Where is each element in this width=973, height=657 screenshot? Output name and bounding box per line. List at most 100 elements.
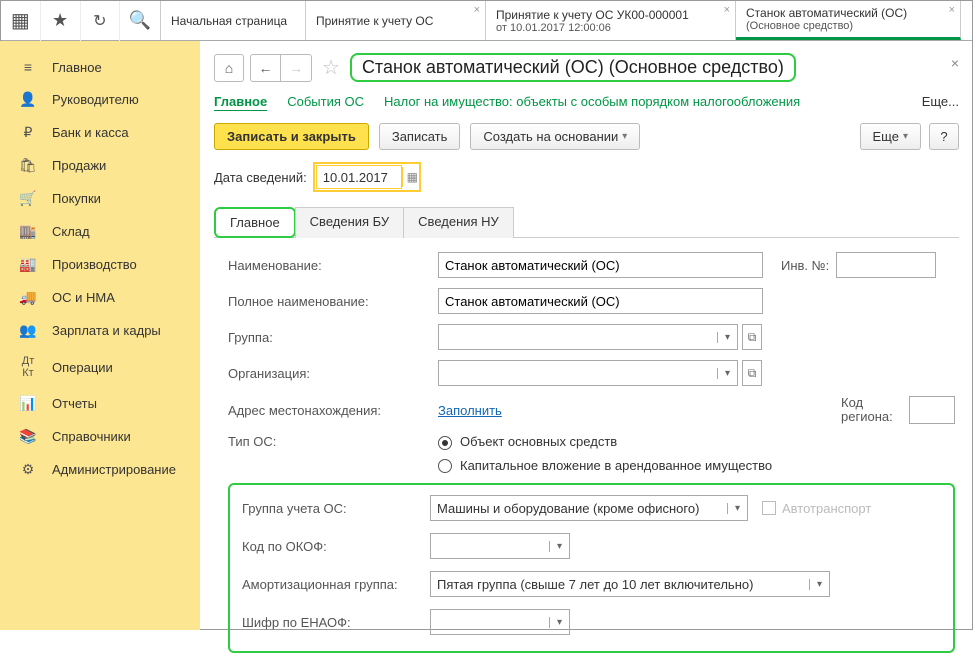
favorite-icon[interactable]: ☆	[322, 55, 340, 80]
accounting-group-box: Группа учета ОС: Машины и оборудование (…	[228, 483, 955, 653]
cart-icon: 🛒	[18, 190, 38, 207]
close-icon[interactable]: ×	[474, 4, 480, 16]
date-input[interactable]: 10.01.2017	[316, 165, 402, 189]
nav-events[interactable]: События ОС	[287, 94, 364, 109]
acct-group-label: Группа учета ОС:	[242, 501, 430, 516]
home-button[interactable]: ⌂	[214, 54, 244, 82]
row-amort: Амортизационная группа: Пятая группа (св…	[242, 571, 941, 597]
close-icon[interactable]: ×	[949, 4, 955, 16]
bag-icon: 🛍	[18, 157, 38, 174]
autotransport-checkbox[interactable]	[762, 501, 776, 515]
radio-icon	[438, 436, 452, 450]
sidebar-item-label: Операции	[52, 360, 113, 375]
inv-number-label: Инв. №:	[781, 258, 836, 273]
tab-main[interactable]: Главное	[214, 207, 296, 238]
radio-capital-investment[interactable]: Капитальное вложение в арендованное имущ…	[438, 458, 772, 474]
okof-select[interactable]: ▾	[430, 533, 570, 559]
more-actions-button[interactable]: Еще ▾	[860, 123, 921, 150]
calendar-icon[interactable]: ▦	[402, 167, 418, 187]
sidebar-item-salary[interactable]: 👥Зарплата и кадры	[0, 314, 200, 347]
autotransport-label: Автотранспорт	[782, 501, 871, 516]
chevron-down-icon: ▾	[727, 503, 747, 514]
group-select[interactable]: ▾	[438, 324, 738, 350]
action-bar: Записать и закрыть Записать Создать на о…	[214, 123, 959, 150]
radio-icon	[438, 459, 452, 473]
top-bar-left: ▦ ★ ↻ 🔍	[1, 1, 161, 40]
amort-label: Амортизационная группа:	[242, 577, 430, 592]
forward-button[interactable]: →	[281, 55, 311, 81]
sidebar-item-catalogs[interactable]: 📚 Справочники	[0, 420, 200, 453]
nav-property-tax[interactable]: Налог на имущество: объекты с особым пор…	[384, 94, 800, 109]
select-value: Пятая группа (свыше 7 лет до 10 лет вклю…	[431, 577, 809, 592]
radio-asset-object[interactable]: Объект основных средств	[438, 434, 772, 450]
close-icon[interactable]: ×	[724, 4, 730, 16]
tab-accept-os-doc[interactable]: Принятие к учету ОС УК00-000001 от 10.01…	[486, 1, 736, 40]
tab-asset-card[interactable]: Станок автоматический (ОС) (Основное сре…	[736, 1, 961, 40]
date-row: Дата сведений: 10.01.2017 ▦	[214, 162, 959, 192]
sidebar-item-operations[interactable]: ДтКтОперации	[0, 347, 200, 387]
sidebar-item-label: Отчеты	[52, 396, 97, 411]
tab-bu[interactable]: Сведения БУ	[295, 207, 405, 238]
tab-start-page[interactable]: Начальная страница	[161, 1, 306, 40]
region-code-input[interactable]	[909, 396, 955, 424]
sidebar-item-label: Руководителю	[52, 92, 139, 107]
sidebar-item-admin[interactable]: ⚙Администрирование	[0, 453, 200, 486]
open-group-button[interactable]: ⧉	[742, 324, 762, 350]
type-label: Тип ОС:	[228, 434, 438, 449]
sidebar-item-assets[interactable]: 🚚 ОС и НМА	[0, 281, 200, 314]
row-group: Группа: ▾ ⧉	[228, 324, 955, 350]
enaof-select[interactable]: ▾	[430, 609, 570, 635]
warehouse-icon: 🏬	[18, 223, 38, 240]
inv-number-input[interactable]	[836, 252, 936, 278]
tab-accept-os[interactable]: Принятие к учету ОС ×	[306, 1, 486, 40]
create-based-on-button[interactable]: Создать на основании▾	[470, 123, 640, 150]
top-bar: ▦ ★ ↻ 🔍 Начальная страница Принятие к уч…	[1, 1, 972, 41]
fill-address-link[interactable]: Заполнить	[438, 403, 502, 418]
sidebar-item-bank[interactable]: ₽Банк и касса	[0, 116, 200, 149]
sidebar-item-label: Покупки	[52, 191, 101, 206]
sidebar-item-warehouse[interactable]: 🏬Склад	[0, 215, 200, 248]
button-label: Еще	[873, 129, 899, 144]
sidebar-item-sales[interactable]: 🛍Продажи	[0, 149, 200, 182]
date-input-wrap: 10.01.2017 ▦	[313, 162, 421, 192]
row-type: Тип ОС: Объект основных средств Капиталь…	[228, 434, 955, 473]
section-nav: Главное События ОС Налог на имущество: о…	[214, 94, 959, 109]
amort-select[interactable]: Пятая группа (свыше 7 лет до 10 лет вклю…	[430, 571, 830, 597]
history-icon[interactable]: ↻	[81, 1, 121, 41]
chevron-down-icon: ▾	[903, 131, 908, 142]
acct-group-select[interactable]: Машины и оборудование (кроме офисного)▾	[430, 495, 748, 521]
nav-back-forward: ← →	[250, 54, 312, 82]
sidebar-item-reports[interactable]: 📊Отчеты	[0, 387, 200, 420]
favorite-star-icon[interactable]: ★	[41, 1, 81, 41]
sidebar-item-label: ОС и НМА	[52, 290, 115, 305]
sidebar-item-label: Справочники	[52, 429, 131, 444]
books-icon: 📚	[18, 428, 38, 445]
save-and-close-button[interactable]: Записать и закрыть	[214, 123, 369, 150]
fullname-input[interactable]	[438, 288, 763, 314]
tab-label: Начальная страница	[171, 14, 295, 28]
truck-icon: 🚚	[18, 289, 38, 306]
close-page-button[interactable]: ×	[951, 55, 959, 71]
sidebar-item-manager[interactable]: 👤Руководителю	[0, 83, 200, 116]
org-label: Организация:	[228, 366, 438, 381]
name-input[interactable]	[438, 252, 763, 278]
region-label: Код региона:	[841, 396, 901, 424]
sidebar-item-label: Зарплата и кадры	[52, 323, 161, 338]
help-button[interactable]: ?	[929, 123, 959, 150]
save-button[interactable]: Записать	[379, 123, 461, 150]
sidebar: ≡Главное 👤Руководителю ₽Банк и касса 🛍Пр…	[0, 41, 200, 630]
tab-nu[interactable]: Сведения НУ	[403, 207, 514, 238]
sidebar-item-production[interactable]: 🏭Производство	[0, 248, 200, 281]
search-icon[interactable]: 🔍	[120, 1, 160, 41]
sidebar-item-purchases[interactable]: 🛒 Покупки	[0, 182, 200, 215]
tab-sublabel: от 10.01.2017 12:00:06	[496, 22, 725, 34]
org-select[interactable]: ▾	[438, 360, 738, 386]
sidebar-item-main[interactable]: ≡Главное	[0, 51, 200, 83]
date-label: Дата сведений:	[214, 170, 307, 185]
back-button[interactable]: ←	[251, 55, 281, 81]
tab-label: Принятие к учету ОС УК00-000001	[496, 8, 725, 22]
nav-more[interactable]: Еще...	[922, 94, 959, 109]
open-org-button[interactable]: ⧉	[742, 360, 762, 386]
apps-grid-icon[interactable]: ▦	[1, 1, 41, 41]
nav-main[interactable]: Главное	[214, 94, 267, 109]
